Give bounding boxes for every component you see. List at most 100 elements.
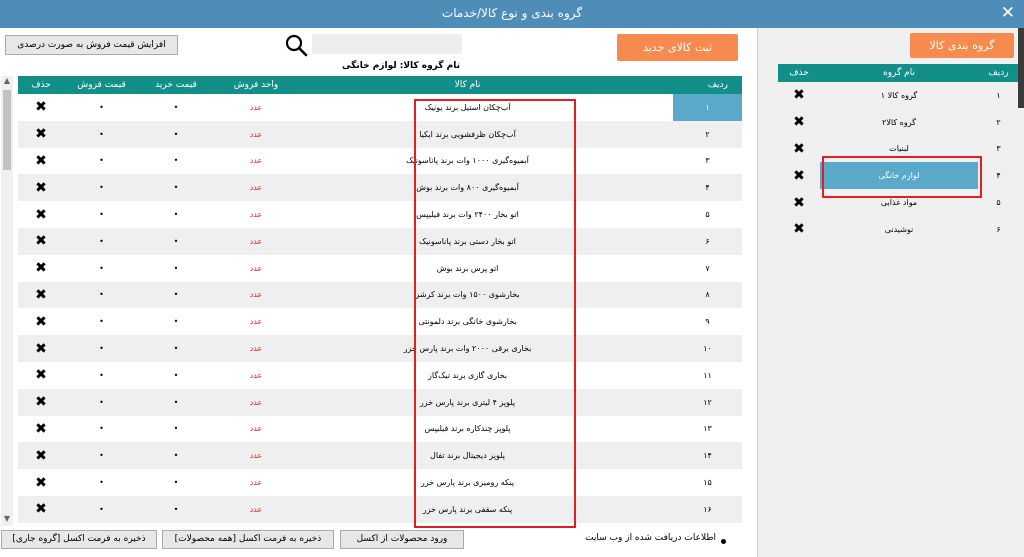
- row-number-cell: ۹: [705, 317, 710, 327]
- row-number-cell: ۳: [996, 144, 1001, 154]
- delete-icon[interactable]: ✖: [18, 495, 64, 523]
- delete-icon[interactable]: ✖: [778, 108, 820, 136]
- delete-icon[interactable]: ✖: [18, 201, 64, 228]
- table-row[interactable]: ✖ • • عدد پلوپز ۴ لیتری برند پارس خزر ۱۲: [18, 388, 742, 416]
- product-name-cell: پنکه سقفی برند پارس خزر: [299, 495, 636, 523]
- spacer-cell: [636, 416, 673, 443]
- buy-price-cell: •: [173, 102, 179, 112]
- group-row[interactable]: ✖ نوشیدنی ۶: [778, 215, 1019, 243]
- delete-icon[interactable]: ✖: [18, 120, 64, 148]
- delete-icon[interactable]: ✖: [778, 136, 820, 163]
- delete-icon[interactable]: ✖: [778, 189, 820, 216]
- table-row[interactable]: ✖ • • عدد بخاری برقی ۲۰۰۰ وات برند پارس خزر ۱…: [18, 335, 742, 362]
- buy-price-cell: •: [173, 478, 179, 488]
- delete-icon[interactable]: ✖: [778, 162, 820, 190]
- spacer-cell: [636, 308, 673, 335]
- delete-icon[interactable]: ✖: [18, 388, 64, 416]
- unit-cell: عدد: [213, 174, 299, 202]
- table-row[interactable]: ✖ • • عدد آبمیوه‌گیری ۱۰۰۰ وات برند پاناسونی…: [18, 148, 742, 175]
- buy-price-cell: •: [173, 370, 179, 380]
- spacer-cell: [636, 495, 673, 523]
- group-row[interactable]: ✖ گروه کالا۲ ۲: [778, 108, 1019, 136]
- table-row[interactable]: ✖ • • عدد اتو بخار ۲۴۰۰ وات برند فیلیپس ۵: [18, 201, 742, 228]
- table-row[interactable]: ✖ • • عدد آب‌چکان استیل برند یونیک ۱: [18, 94, 742, 121]
- table-row[interactable]: ✖ • • عدد آبمیوه‌گیری ۸۰۰ وات برند بوش ۴: [18, 174, 742, 202]
- group-row[interactable]: ✖ لبنیات ۳: [778, 136, 1019, 163]
- delete-icon[interactable]: ✖: [778, 215, 820, 243]
- buy-price-cell: •: [139, 442, 213, 470]
- percent-price-increase-button[interactable]: افزایش قیمت فروش به صورت درصدی: [5, 35, 178, 55]
- sale-price-cell: •: [99, 317, 104, 327]
- search-icon[interactable]: [283, 33, 309, 57]
- group-row[interactable]: ✖ مواد غذایی ۵: [778, 189, 1019, 216]
- buy-price-cell: •: [139, 495, 213, 523]
- row-number-cell: ۱۴: [673, 442, 742, 470]
- table-row[interactable]: ✖ • • عدد پلوپز چندکاره برند فیلیپس ۱۳: [18, 416, 742, 443]
- col-sale-price: قیمت فروش: [64, 76, 139, 94]
- buy-price-cell: •: [173, 156, 179, 166]
- delete-icon[interactable]: ✖: [18, 442, 64, 470]
- delete-icon[interactable]: ✖: [18, 281, 64, 309]
- delete-icon[interactable]: ✖: [18, 148, 64, 175]
- product-name-cell: بخارشوی خانگی برند دلمونتی: [418, 317, 517, 327]
- save-excel-all-products-button[interactable]: ذخیره به فرمت اکسل [همه محصولات]: [162, 530, 334, 549]
- table-row[interactable]: ✖ • • عدد اتو پرس برند بوش ۷: [18, 255, 742, 282]
- unit-cell: عدد: [213, 281, 299, 309]
- group-row[interactable]: ✖ گروه کالا ۱ ۱: [778, 82, 1019, 109]
- save-excel-current-group-button[interactable]: ذخیره به فرمت اکسل [گروه جاری]: [1, 530, 157, 549]
- sale-price-cell: •: [99, 263, 104, 273]
- product-name-cell: اتو بخار ۲۴۰۰ وات برند فیلیپس: [416, 210, 519, 220]
- delete-icon[interactable]: ✖: [18, 335, 64, 362]
- unit-cell: عدد: [213, 442, 299, 470]
- delete-icon[interactable]: ✖: [18, 174, 64, 202]
- table-row[interactable]: ✖ • • عدد بخارشوی ۱۵۰۰ وات برند کرشر ۸: [18, 281, 742, 309]
- col-buy-price: قیمت خرید: [139, 76, 213, 94]
- group-name-cell: مواد غذایی: [880, 198, 918, 208]
- buy-price-cell: •: [139, 174, 213, 202]
- products-panel: افزایش قیمت فروش به صورت درصدی ثبت کالای…: [0, 28, 757, 557]
- delete-icon[interactable]: ✖: [18, 362, 64, 389]
- group-row[interactable]: ✖ لوازم خانگی ۴: [778, 162, 1019, 190]
- window-title: گروه بندی و نوع کالا/خدمات: [441, 6, 583, 20]
- delete-icon[interactable]: ✖: [18, 416, 64, 443]
- row-number-cell: ۴: [978, 162, 1019, 190]
- group-items-button[interactable]: گروه بندی کالا: [910, 33, 1014, 58]
- row-number-cell: ۱۳: [703, 424, 712, 434]
- scroll-up-icon[interactable]: ▲: [1, 76, 13, 88]
- product-name-cell: آبمیوه‌گیری ۱۰۰۰ وات برند پاناسونیک: [406, 156, 529, 166]
- delete-icon[interactable]: ✖: [18, 255, 64, 282]
- delete-icon[interactable]: ✖: [778, 82, 820, 109]
- new-item-button[interactable]: ثبت کالای جدید: [617, 34, 738, 61]
- buy-price-cell: •: [139, 281, 213, 309]
- scroll-down-icon[interactable]: ▼: [1, 514, 13, 526]
- close-icon[interactable]: ✕: [1001, 3, 1015, 23]
- spacer-cell: [636, 255, 673, 282]
- unit-cell: عدد: [249, 317, 263, 327]
- buy-price-cell: •: [139, 388, 213, 416]
- table-row[interactable]: ✖ • • عدد بخاری گازی برند تیک‌گاز ۱۱: [18, 362, 742, 389]
- row-number-cell: ۱: [996, 90, 1001, 100]
- row-number-cell: ۷: [705, 263, 710, 273]
- table-row[interactable]: ✖ • • عدد پنکه سقفی برند پارس خزر ۱۶: [18, 495, 742, 523]
- search-input[interactable]: [312, 34, 462, 54]
- buy-price-cell: •: [139, 120, 213, 148]
- table-row[interactable]: ✖ • • عدد پلوپز دیجیتال برند تفال ۱۴: [18, 442, 742, 470]
- table-row[interactable]: ✖ • • عدد آب‌چکان ظرفشویی برند ایکیا ۲: [18, 120, 742, 148]
- scroll-thumb[interactable]: [3, 90, 11, 170]
- group-col-name: نام گروه: [820, 64, 978, 82]
- row-number-cell: ۸: [673, 281, 742, 309]
- delete-icon[interactable]: ✖: [18, 469, 64, 496]
- sale-price-cell: •: [99, 210, 104, 220]
- table-row[interactable]: ✖ • • عدد اتو بخار دستی برند پاناسونیک ۶: [18, 227, 742, 255]
- row-number-cell: ۱۲: [673, 388, 742, 416]
- delete-icon[interactable]: ✖: [18, 227, 64, 255]
- import-excel-button[interactable]: ورود محصولات از اکسل: [340, 530, 464, 549]
- delete-icon[interactable]: ✖: [18, 308, 64, 335]
- product-name-cell: اتو پرس برند بوش: [436, 263, 499, 273]
- table-scrollbar[interactable]: ▲ ▼: [1, 76, 13, 526]
- table-row[interactable]: ✖ • • عدد بخارشوی خانگی برند دلمونتی ۹: [18, 308, 742, 335]
- products-table: حذف قیمت فروش قیمت خرید واحد فروش نام کا…: [18, 76, 742, 523]
- table-row[interactable]: ✖ • • عدد پنکه رومیزی برند پارس خزر ۱۵: [18, 469, 742, 496]
- delete-icon[interactable]: ✖: [18, 94, 64, 121]
- unit-cell: عدد: [249, 263, 263, 273]
